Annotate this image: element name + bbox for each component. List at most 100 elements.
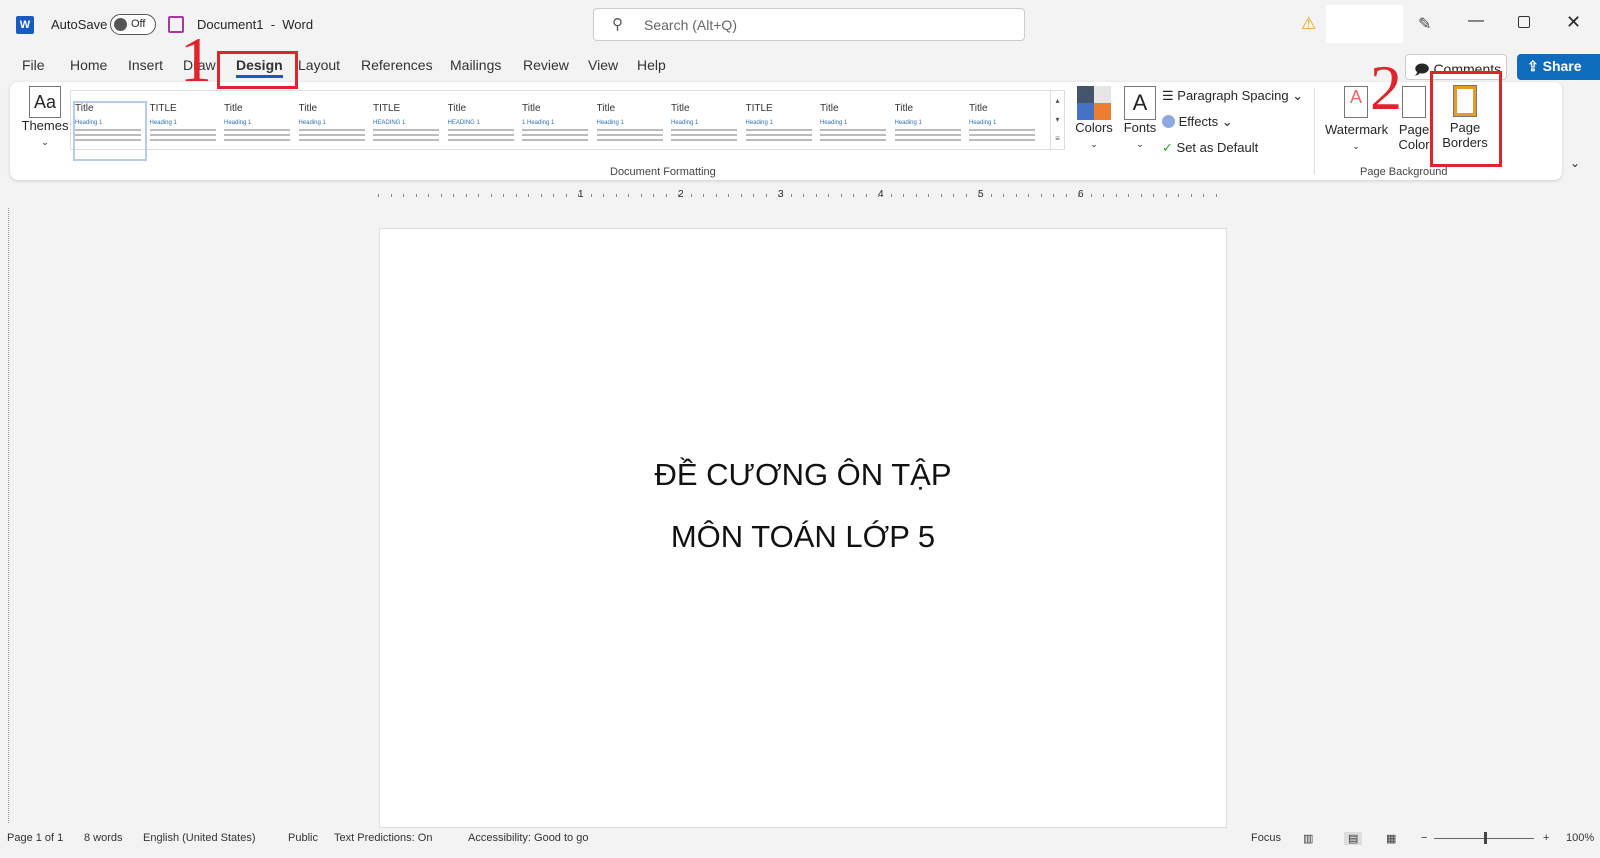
thumb-title: Title (894, 103, 914, 114)
word-count[interactable]: 8 words (84, 832, 123, 844)
search-box[interactable]: ⚲ Search (Alt+Q) (593, 8, 1025, 41)
set-default-label: Set as Default (1176, 140, 1259, 155)
warning-icon[interactable]: ⚠ (1301, 14, 1316, 34)
fonts-button[interactable]: A Fonts ⌄ (1118, 86, 1162, 150)
thumb-title: Title (969, 103, 988, 114)
text-predictions[interactable]: Text Predictions: On (334, 832, 432, 844)
zoom-in-icon[interactable]: + (1543, 832, 1549, 844)
autosave-toggle[interactable]: Off (110, 14, 156, 35)
tab-references[interactable]: References (361, 57, 433, 73)
thumb-title: Title (820, 103, 839, 114)
style-set-thumbnail[interactable]: Title HEADING 1 (447, 103, 518, 159)
style-set-thumbnail[interactable]: Title Heading 1 (671, 103, 741, 159)
thumb-heading: Heading 1 (149, 120, 177, 126)
thumb-heading: Heading 1 (75, 120, 103, 126)
collapse-ribbon-icon[interactable]: ⌄ (1570, 156, 1580, 170)
effects-button[interactable]: Effects ⌄ (1162, 114, 1233, 130)
thumb-title: Title (75, 103, 94, 114)
tab-layout[interactable]: Layout (298, 57, 340, 73)
colors-button[interactable]: Colors ⌄ (1072, 86, 1116, 150)
thumb-heading: Heading 1 (745, 120, 773, 126)
restore-icon[interactable] (1518, 16, 1530, 28)
status-bar: Page 1 of 1 8 words English (United Stat… (0, 828, 1600, 850)
designer-icon[interactable]: ✎ (1418, 14, 1431, 34)
zoom-level[interactable]: 100% (1566, 832, 1594, 844)
language[interactable]: English (United States) (143, 832, 256, 844)
check-circle-icon: ✓ (1162, 140, 1173, 155)
watermark-icon: A (1344, 86, 1368, 118)
tab-insert[interactable]: Insert (128, 57, 163, 73)
thumb-heading: Heading 1 (224, 120, 252, 126)
thumb-heading: HEADING 1 (447, 120, 480, 126)
document-page[interactable]: ĐỀ CƯƠNG ÔN TẬP MÔN TOÁN LỚP 5 (379, 228, 1227, 828)
fonts-label: Fonts (1123, 120, 1157, 135)
title-bar: W AutoSave Off Document1 - Word ⚲ Search… (0, 0, 1600, 48)
document-heading-line-1[interactable]: ĐỀ CƯƠNG ÔN TẬP (380, 457, 1226, 493)
style-set-thumbnail[interactable]: Title 1 Heading 1 (522, 103, 592, 159)
ribbon-design: Aa Themes ⌄ Title Heading 1 TITLE Heading 1T… (10, 82, 1580, 180)
style-set-thumbnail[interactable]: Title Heading 1 (596, 103, 667, 159)
style-set-thumbnail[interactable]: Title Heading 1 (969, 103, 1039, 159)
zoom-out-icon[interactable]: − (1421, 832, 1427, 844)
close-icon[interactable]: ✕ (1566, 12, 1581, 33)
print-layout-icon[interactable]: ▤ (1344, 832, 1363, 845)
focus-button[interactable]: Focus (1235, 832, 1281, 844)
tab-help[interactable]: Help (637, 57, 666, 73)
read-mode-icon[interactable]: ▥ (1303, 832, 1313, 845)
account-area[interactable] (1326, 5, 1403, 43)
paragraph-spacing-icon: ☰ (1162, 88, 1174, 103)
style-set-thumbnail[interactable]: Title Heading 1 (820, 103, 890, 159)
thumb-heading: Heading 1 (671, 120, 699, 126)
fonts-icon: A (1124, 86, 1156, 120)
group-document-formatting: Document Formatting (610, 166, 716, 178)
style-set-thumbnail[interactable]: TITLE Heading 1 (745, 103, 816, 159)
thumb-title: TITLE (373, 103, 401, 114)
tab-mailings[interactable]: Mailings (450, 57, 501, 73)
set-as-default-button[interactable]: ✓ Set as Default (1162, 140, 1258, 156)
thumb-title: Title (224, 103, 243, 114)
group-divider (1314, 88, 1315, 174)
themes-button[interactable]: Aa Themes ⌄ (20, 86, 70, 152)
style-set-thumbnail[interactable]: TITLE Heading 1 (149, 103, 220, 159)
thumb-heading: HEADING 1 (373, 120, 406, 126)
zoom-slider[interactable] (1434, 832, 1534, 844)
gallery-scroll[interactable]: ▴ ▾ ≡ (1050, 91, 1064, 149)
document-title: Document1 - Word (197, 17, 314, 32)
share-button[interactable]: ⇪ Share (1517, 54, 1600, 80)
thumb-heading: Heading 1 (820, 120, 848, 126)
search-icon: ⚲ (612, 16, 623, 33)
page-count[interactable]: Page 1 of 1 (7, 832, 63, 844)
horizontal-ruler[interactable]: 123456 (378, 189, 1218, 203)
document-heading-line-2[interactable]: MÔN TOÁN LỚP 5 (380, 519, 1226, 555)
minimize-icon[interactable]: — (1468, 12, 1484, 30)
tab-review[interactable]: Review (523, 57, 569, 73)
search-placeholder: Search (Alt+Q) (644, 17, 737, 33)
style-gallery[interactable]: Title Heading 1 TITLE Heading 1 Title Heading… (70, 90, 1065, 161)
tab-home[interactable]: Home (70, 57, 107, 73)
style-set-thumbnail[interactable]: Title Heading 1 (894, 103, 965, 159)
style-set-thumbnail[interactable]: TITLE HEADING 1 (373, 103, 443, 159)
style-set-thumbnail[interactable]: Title Heading 1 (73, 101, 147, 161)
accessibility-status[interactable]: Accessibility: Good to go (452, 832, 588, 844)
vertical-ruler[interactable] (8, 208, 18, 823)
thumb-title: Title (596, 103, 616, 114)
share-label: Share (1542, 58, 1582, 74)
tab-view[interactable]: View (588, 57, 618, 73)
colors-icon (1077, 86, 1111, 120)
themes-label: Themes (21, 118, 69, 133)
paragraph-spacing-button[interactable]: ☰ Paragraph Spacing ⌄ (1162, 88, 1303, 104)
sensitivity-label[interactable]: Public (274, 832, 318, 844)
highlight-page-borders (1430, 71, 1502, 167)
autosave-label: AutoSave (51, 17, 108, 32)
thumb-title: Title (522, 103, 541, 114)
style-set-thumbnail[interactable]: Title Heading 1 (224, 103, 294, 159)
thumb-title: Title (671, 103, 690, 114)
highlight-design-tab (217, 51, 298, 89)
colors-label: Colors (1075, 120, 1113, 135)
effects-icon (1162, 115, 1175, 128)
word-logo-icon: W (16, 16, 34, 34)
thumb-heading: Heading 1 (894, 120, 922, 126)
tab-file[interactable]: File (22, 57, 45, 73)
style-set-thumbnail[interactable]: Title Heading 1 (298, 103, 369, 159)
web-layout-icon[interactable]: ▦ (1386, 832, 1396, 845)
